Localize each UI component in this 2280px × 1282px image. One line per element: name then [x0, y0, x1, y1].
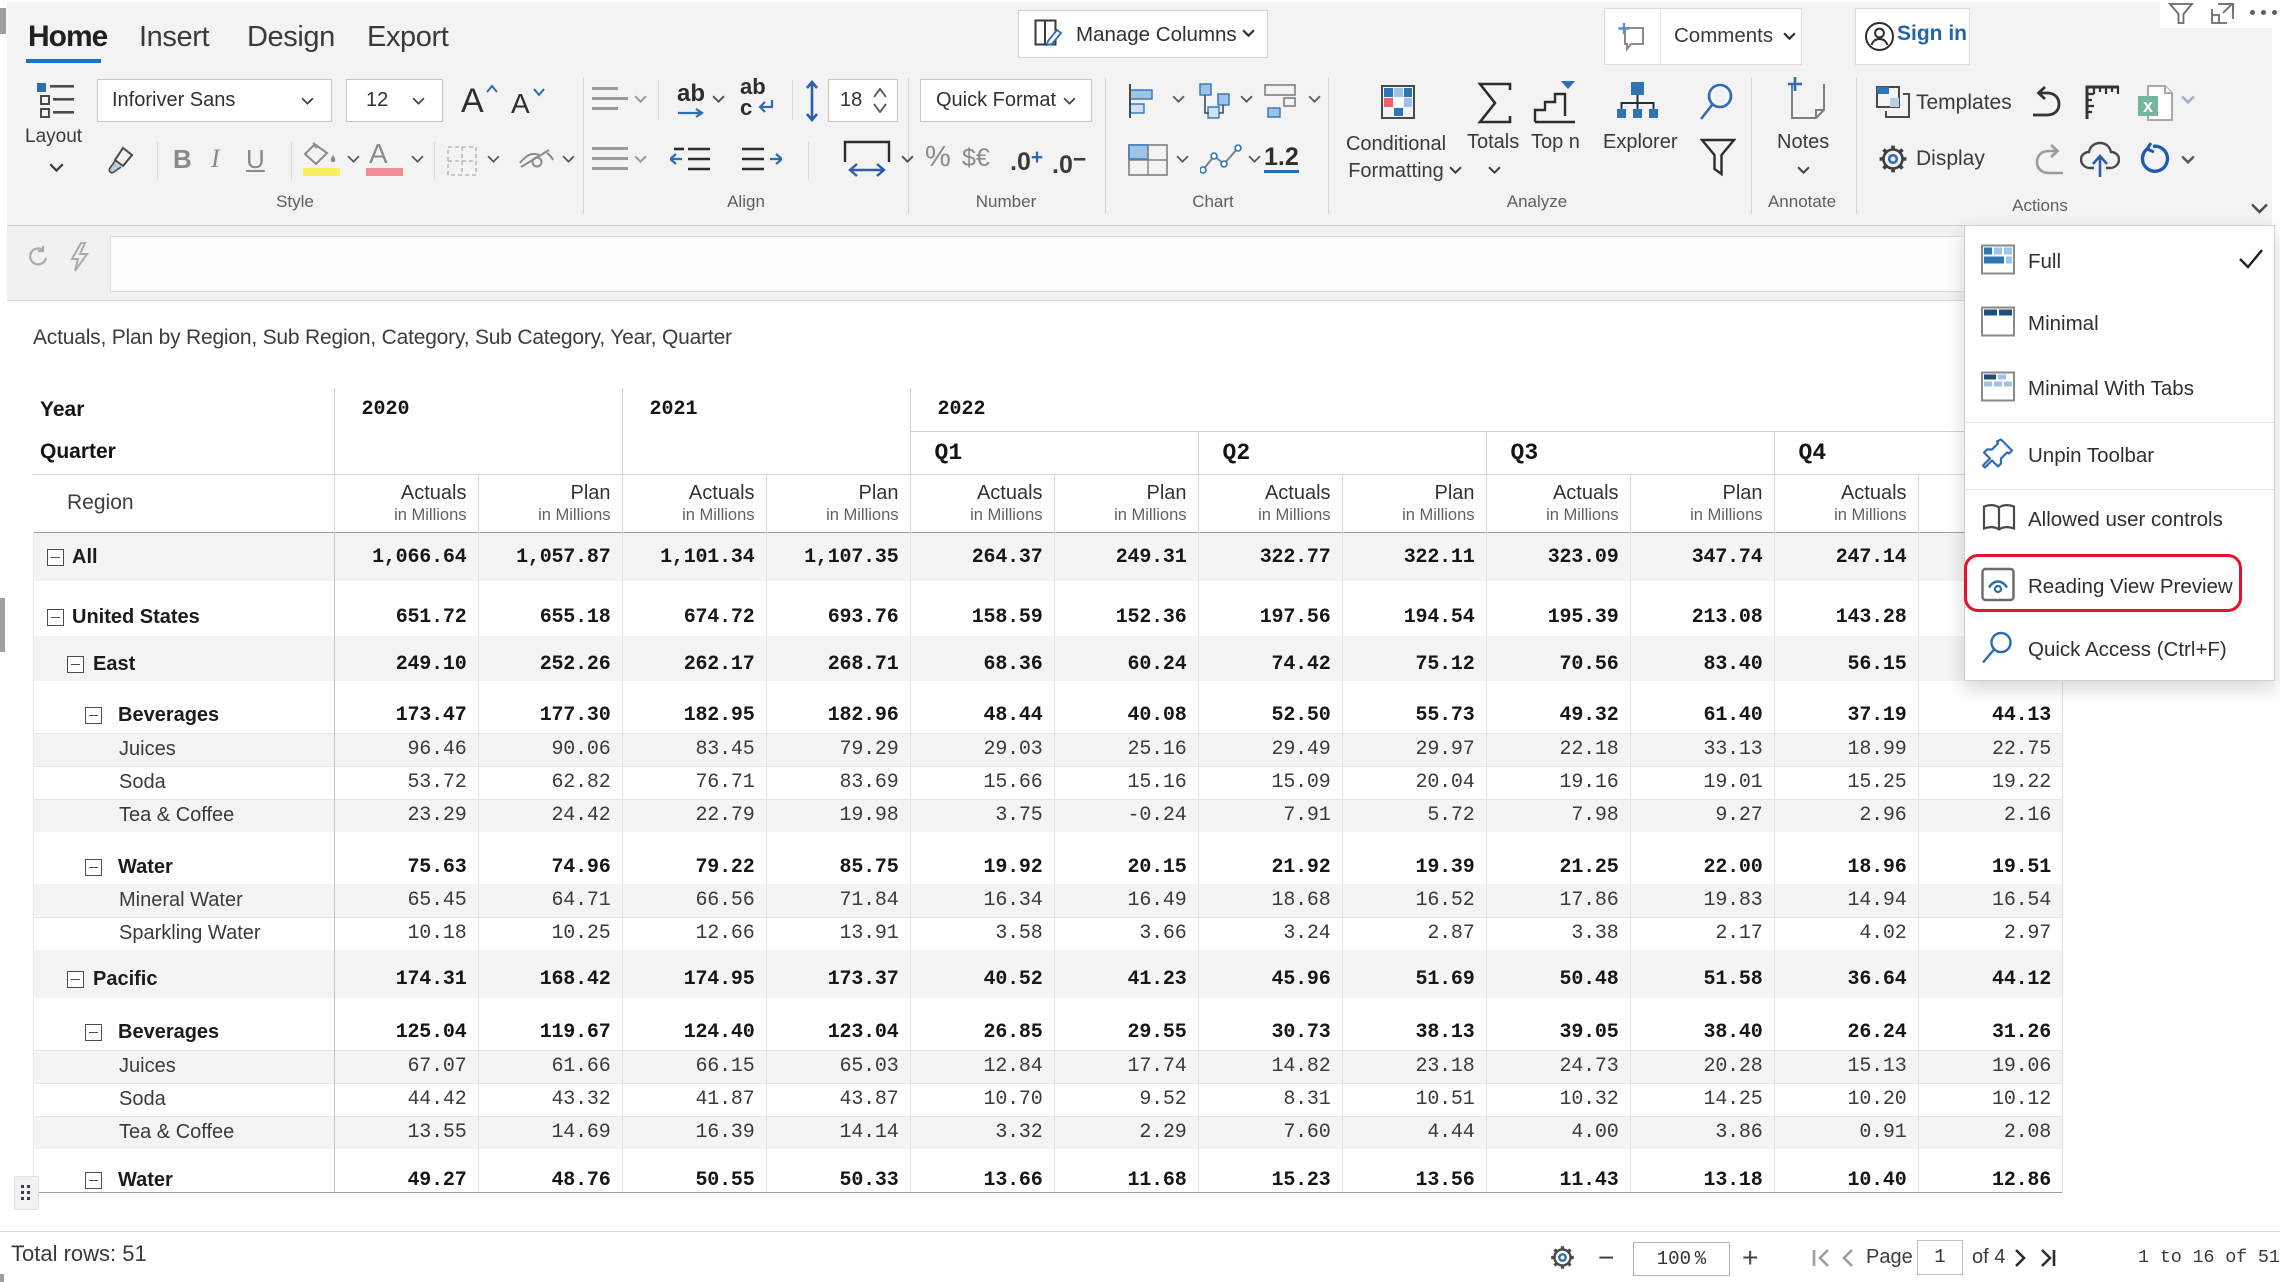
svg-text:x: x: [2143, 96, 2153, 116]
